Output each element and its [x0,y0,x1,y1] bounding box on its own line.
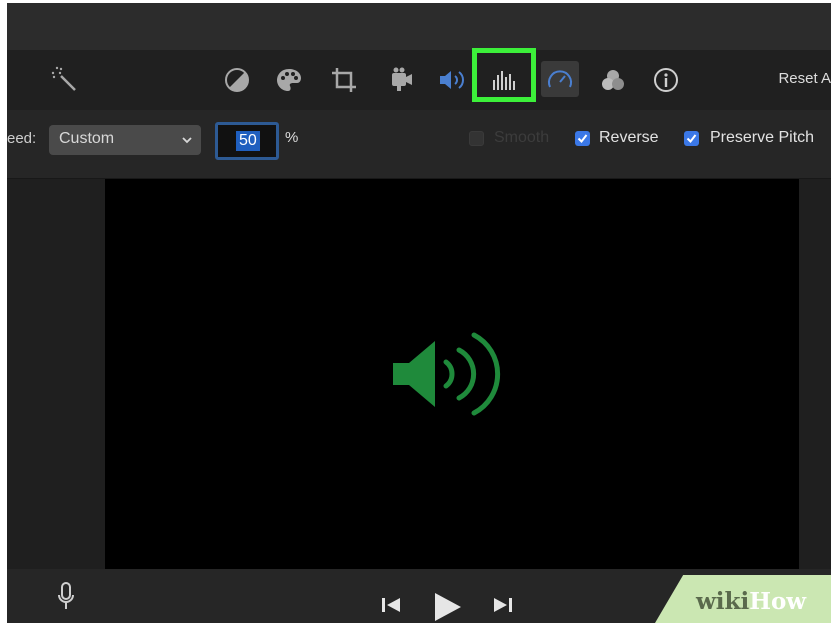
speed-gauge-icon[interactable] [543,62,577,98]
color-palette-icon[interactable] [271,62,307,98]
preserve-pitch-label: Preserve Pitch [710,129,815,146]
speed-options-bar: eed: Custom 50 % Smooth Reverse Preserve… [7,110,831,179]
adjustments-toolbar: Reset A [7,50,831,110]
reverse-checkbox[interactable] [575,131,590,146]
filter-circles-icon[interactable] [595,62,631,98]
speed-label: eed: [7,130,37,147]
chevron-down-icon [181,133,193,151]
color-balance-icon[interactable] [220,62,254,98]
speed-select-value: Custom [59,130,115,147]
skip-forward-icon[interactable] [492,596,514,619]
smooth-label: Smooth [494,129,550,146]
checkmark-icon [686,134,697,144]
crop-icon[interactable] [327,62,361,98]
skip-back-icon[interactable] [380,596,402,619]
percent-unit: % [285,129,299,146]
checkmark-icon [577,134,588,144]
play-icon[interactable] [433,591,463,623]
audio-equalizer-highlight [472,48,536,102]
volume-icon[interactable] [434,62,470,98]
video-viewer[interactable] [105,179,799,569]
app-window: Reset A eed: Custom 50 % Smooth Reverse … [7,3,831,623]
speaker-icon [393,332,501,416]
speed-select[interactable]: Custom [49,125,201,155]
title-bar [7,3,831,50]
microphone-icon[interactable] [56,581,76,618]
reset-all-button[interactable]: Reset A [778,70,831,87]
preserve-pitch-checkbox[interactable] [684,131,699,146]
reverse-label: Reverse [599,129,659,146]
watermark-logo: wikiHow [696,588,807,615]
speed-percent-value: 50 [236,131,260,151]
smooth-checkbox[interactable] [469,131,484,146]
viewer-area [7,179,831,569]
info-icon[interactable] [649,62,683,98]
stabilization-camera-icon[interactable] [382,62,418,98]
speed-percent-input[interactable]: 50 [215,122,279,160]
magic-wand-icon[interactable] [47,62,83,98]
